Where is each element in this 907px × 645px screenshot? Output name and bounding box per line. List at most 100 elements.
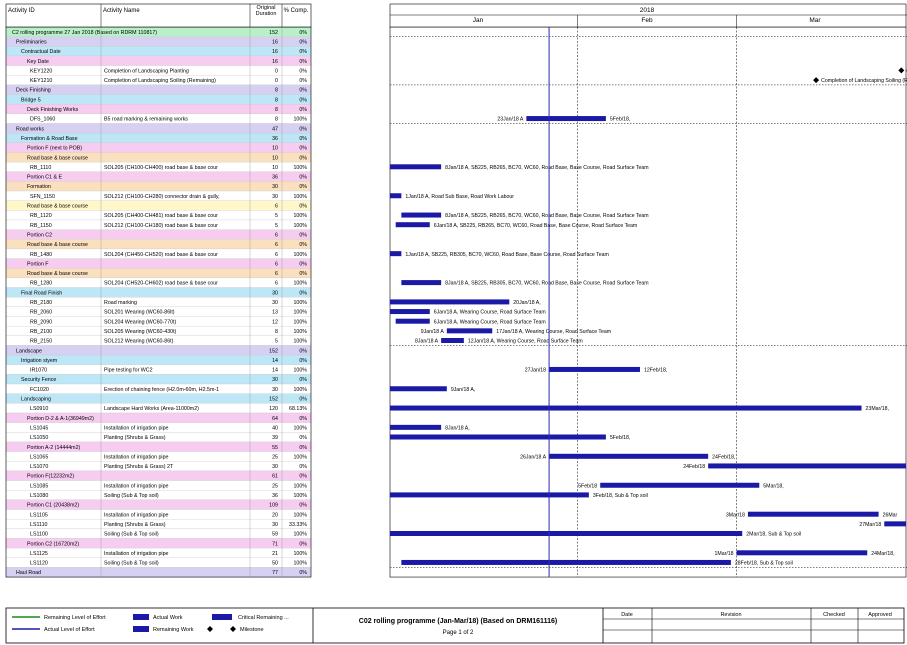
bar-label-start: 27Jan/18 bbox=[525, 368, 546, 374]
original-duration: 16 bbox=[272, 59, 278, 65]
wbs-row bbox=[5, 258, 312, 269]
percent-complete: 0% bbox=[299, 541, 307, 547]
activity-bar bbox=[600, 482, 760, 488]
bar-label-start: 24Feb/18 bbox=[683, 464, 705, 470]
legend-remaining-work-swatch bbox=[133, 626, 149, 632]
original-duration: 36 bbox=[272, 175, 278, 181]
bar-label-start: 1Mar/18 bbox=[715, 551, 734, 557]
activity-bar bbox=[747, 511, 879, 517]
percent-complete: 100% bbox=[293, 425, 307, 431]
legend-actual-work-swatch bbox=[133, 614, 149, 620]
percent-complete: 100% bbox=[293, 165, 307, 171]
percent-complete: 100% bbox=[293, 223, 307, 229]
original-duration: 39 bbox=[272, 435, 278, 441]
percent-complete: 0% bbox=[299, 204, 307, 210]
bar-label-finish: 26Mar bbox=[883, 512, 898, 518]
original-duration: 30 bbox=[272, 194, 278, 200]
bar-label-finish: 6Jan/18 A, Wearing Course, Road Surface … bbox=[434, 319, 546, 325]
percent-complete: 100% bbox=[293, 329, 307, 335]
percent-complete: 100% bbox=[293, 252, 307, 258]
activity-bar bbox=[390, 309, 430, 315]
original-duration: 8 bbox=[275, 117, 278, 123]
timescale-year: 2018 bbox=[640, 7, 655, 14]
activity-bar bbox=[401, 559, 731, 565]
percent-complete: 100% bbox=[293, 213, 307, 219]
percent-complete: 0% bbox=[299, 136, 307, 142]
bar-label-finish: 28Feb/18, Sub & Top soil bbox=[735, 561, 793, 567]
activity-id: LS1105 bbox=[30, 512, 48, 518]
original-duration: 30 bbox=[272, 184, 278, 190]
percent-complete: 0% bbox=[299, 184, 307, 190]
activity-id: Contractual Date bbox=[21, 49, 61, 55]
activity-id: RB_1120 bbox=[30, 213, 52, 219]
activity-bar bbox=[708, 463, 906, 469]
activity-bar bbox=[390, 434, 606, 440]
activity-name: SOL204 (CH450-CH520) road base & base co… bbox=[104, 252, 218, 258]
footer-page: Page 1 of 2 bbox=[443, 630, 474, 636]
footer-title: C02 rolling programme (Jan-Mar/18) (Base… bbox=[359, 618, 557, 625]
original-duration: 16 bbox=[272, 39, 278, 45]
activity-bar bbox=[390, 386, 447, 392]
original-duration: 8 bbox=[275, 88, 278, 94]
activity-id: RB_2090 bbox=[30, 319, 52, 325]
activity-id: Road base & base course bbox=[27, 271, 88, 277]
original-duration: 61 bbox=[272, 474, 278, 480]
wbs-row bbox=[5, 36, 312, 47]
percent-complete: 100% bbox=[293, 551, 307, 557]
activity-id: Final Road Finish bbox=[21, 290, 62, 296]
bar-label-finish: 17Jan/18 A, Wearing Course, Road Surface… bbox=[496, 329, 611, 335]
original-duration: 8 bbox=[275, 107, 278, 113]
activity-bar bbox=[446, 328, 493, 334]
activity-name: Pipe testing for WC2 bbox=[104, 368, 153, 374]
original-duration: 14 bbox=[272, 358, 278, 364]
activity-id: Portion C1 (20438m2) bbox=[27, 503, 79, 509]
original-duration: 30 bbox=[272, 387, 278, 393]
bar-label-start: 9Jan/18 A bbox=[421, 329, 445, 335]
percent-complete: 33.33% bbox=[289, 522, 307, 528]
percent-complete: 0% bbox=[299, 155, 307, 161]
wbs-row bbox=[5, 567, 312, 578]
activity-id: Portion C2 (16720m2) bbox=[27, 541, 79, 547]
percent-complete: 0% bbox=[299, 97, 307, 103]
bar-label-finish: 1Jan/18 A, SB225, RB305, BC70, WC60, Roa… bbox=[405, 252, 608, 258]
activity-id: Formation bbox=[27, 184, 51, 190]
percent-complete: 0% bbox=[299, 474, 307, 480]
activity-id: RB_1110 bbox=[30, 165, 51, 171]
activity-bar bbox=[390, 193, 402, 199]
activity-id: LS1045 bbox=[30, 425, 48, 431]
activity-id: DFS_1060 bbox=[30, 117, 55, 123]
activity-id: IR1070 bbox=[30, 368, 47, 374]
activity-id: LS1125 bbox=[30, 551, 48, 557]
bar-label-start: 27Mar/18 bbox=[859, 522, 881, 528]
wbs-row bbox=[5, 393, 312, 404]
activity-id: RB_1280 bbox=[30, 281, 52, 287]
activity-id: Road base & base course bbox=[27, 242, 88, 248]
original-duration: 13 bbox=[272, 310, 278, 316]
activity-id: LS0910 bbox=[30, 406, 48, 412]
original-duration: 6 bbox=[275, 242, 278, 248]
footer-header-revision: Revision bbox=[720, 612, 741, 618]
percent-complete: 0% bbox=[299, 377, 307, 383]
percent-complete: 100% bbox=[293, 512, 307, 518]
original-duration: 6 bbox=[275, 281, 278, 287]
percent-complete: 0% bbox=[299, 126, 307, 132]
activity-id: Landscape bbox=[16, 348, 42, 354]
original-duration: 47 bbox=[272, 126, 278, 132]
bar-label-start: 5Feb/18 bbox=[578, 483, 597, 489]
bar-label-finish: 24Mar/18, bbox=[871, 551, 894, 557]
original-duration: 50 bbox=[272, 561, 278, 567]
bar-label-finish: 5Feb/18, bbox=[610, 117, 630, 123]
original-duration: 71 bbox=[272, 541, 278, 547]
activity-id: SFN_1150 bbox=[30, 194, 55, 200]
activity-id: Preliminaries bbox=[16, 39, 47, 45]
legend-milestone: Milestone bbox=[240, 627, 264, 633]
bar-label-start: 3Mar/18 bbox=[726, 512, 745, 518]
activity-name: Planting (Shrubs & Grass) 2T bbox=[104, 464, 174, 470]
percent-complete: 0% bbox=[299, 397, 307, 403]
original-duration: 59 bbox=[272, 532, 278, 538]
percent-complete: 0% bbox=[299, 78, 307, 84]
percent-complete: 0% bbox=[299, 49, 307, 55]
bar-label-finish: 1Jan/18 A, Road Sub Base, Road Work Labo… bbox=[405, 194, 514, 200]
original-duration: 5 bbox=[275, 339, 278, 345]
activity-id: KEY1220 bbox=[30, 68, 52, 74]
